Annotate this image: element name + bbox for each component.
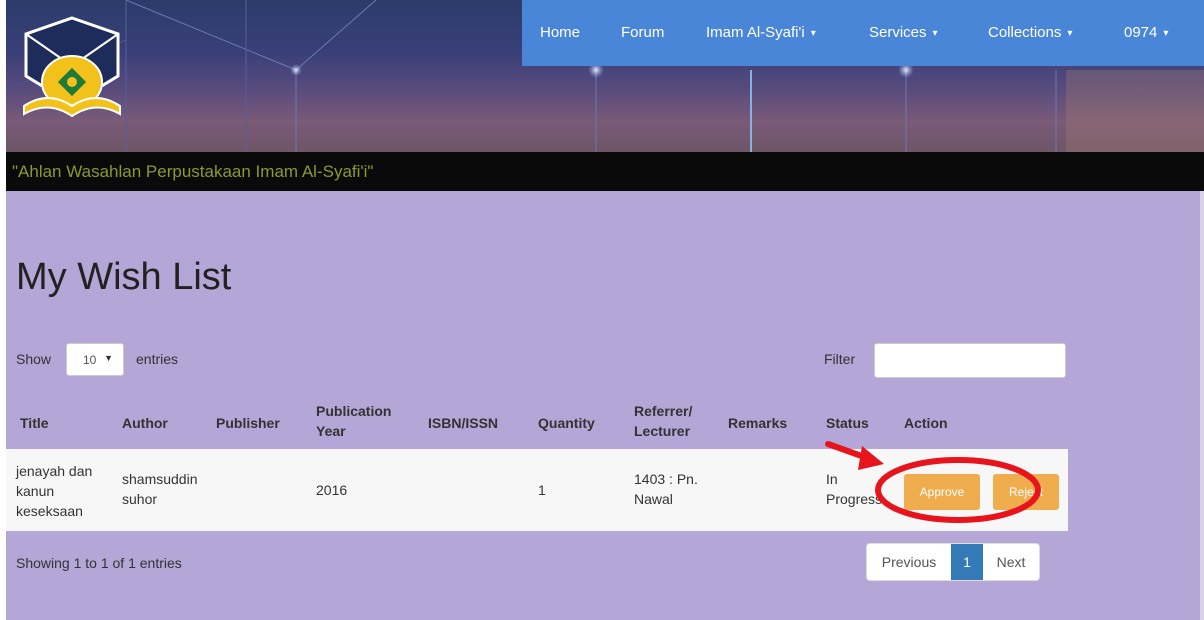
cell-title-line1: jenayah dan [16, 463, 93, 479]
nav-user-label: 0974 [1124, 24, 1158, 41]
nav-collections-label: Collections [988, 24, 1062, 41]
scrollbar-edge [1200, 191, 1204, 620]
header-referrer[interactable]: Referrer/ Lecturer [634, 401, 692, 441]
approve-button[interactable]: Approve [904, 474, 980, 510]
nav-user-account[interactable]: 0974 ▾ [1124, 0, 1168, 66]
header-publication-year-line2: Year [316, 423, 346, 439]
header-action: Action [904, 415, 948, 431]
nav-home[interactable]: Home [540, 0, 580, 66]
main-content: My Wish List Show 10 ▼ entries Filter Ti… [6, 191, 1204, 620]
header-author[interactable]: Author [122, 413, 168, 433]
motto-bar: "Ahlan Wasahlan Perpustakaan Imam Al-Sya… [6, 152, 1204, 191]
pagination-previous[interactable]: Previous [867, 544, 951, 580]
filter-input[interactable] [874, 343, 1066, 378]
chevron-down-icon: ▾ [810, 28, 816, 39]
entries-select[interactable]: 10 ▼ [66, 343, 124, 376]
header-referrer-line2: Lecturer [634, 423, 691, 439]
chevron-down-icon: ▾ [1163, 28, 1169, 39]
cell-referrer-line1: 1403 : Pn. [634, 471, 698, 487]
header-publication-year[interactable]: Publication Year [316, 401, 391, 441]
entries-label: entries [136, 351, 179, 367]
header-remarks[interactable]: Remarks [728, 413, 787, 433]
chevron-down-icon: ▾ [932, 28, 938, 39]
nav-imam-al-syafii[interactable]: Imam Al-Syafi'i ▾ [706, 0, 816, 66]
nav-services[interactable]: Services ▾ [869, 0, 938, 66]
entries-value: 10 [83, 353, 97, 367]
header-publication-year-line1: Publication [316, 403, 392, 419]
top-navbar: Home Forum Imam Al-Syafi'i ▾ Services ▾ Co… [522, 0, 1204, 66]
nav-forum-label: Forum [621, 24, 665, 41]
cell-title-line2: kanun [16, 483, 55, 499]
cell-status: In Progress [826, 469, 882, 509]
page-title: My Wish List [16, 256, 232, 298]
library-logo [23, 16, 121, 118]
reject-button[interactable]: Reject [993, 474, 1059, 510]
header-referrer-line1: Referrer/ [634, 403, 693, 419]
nav-collections[interactable]: Collections ▾ [988, 0, 1072, 66]
cell-author: shamsuddin suhor [122, 469, 198, 509]
header-status[interactable]: Status [826, 413, 869, 433]
motto-text: "Ahlan Wasahlan Perpustakaan Imam Al-Sya… [12, 162, 374, 181]
cell-year: 2016 [316, 482, 348, 498]
cell-status-line2: Progress [826, 491, 883, 507]
cell-title: jenayah dan kanun keseksaan [16, 461, 92, 521]
cell-title-line3: keseksaan [16, 503, 83, 519]
nav-services-label: Services [869, 24, 927, 41]
cell-referrer-line2: Nawal [634, 491, 673, 507]
showing-entries-info: Showing 1 to 1 of 1 entries [16, 555, 182, 571]
nav-home-label: Home [540, 24, 581, 41]
pagination-page-1[interactable]: 1 [951, 544, 983, 580]
filter-label: Filter [824, 351, 856, 367]
chevron-down-icon: ▼ [104, 353, 113, 363]
show-label: Show [16, 351, 52, 367]
header-quantity[interactable]: Quantity [538, 413, 595, 433]
cell-author-line1: shamsuddin [122, 471, 198, 487]
nav-imam-label: Imam Al-Syafi'i [706, 24, 805, 41]
pagination-next[interactable]: Next [983, 544, 1039, 580]
chevron-down-icon: ▾ [1067, 28, 1073, 39]
header-publisher[interactable]: Publisher [216, 413, 280, 433]
cell-author-line2: suhor [122, 491, 158, 507]
cell-referrer: 1403 : Pn. Nawal [634, 469, 698, 509]
header-isbn[interactable]: ISBN/ISSN [428, 413, 498, 433]
cell-quantity: 1 [538, 482, 546, 498]
nav-forum[interactable]: Forum [621, 0, 664, 66]
header-title[interactable]: Title [20, 413, 49, 433]
pagination: Previous 1 Next [866, 543, 1040, 581]
cell-status-line1: In [826, 471, 838, 487]
